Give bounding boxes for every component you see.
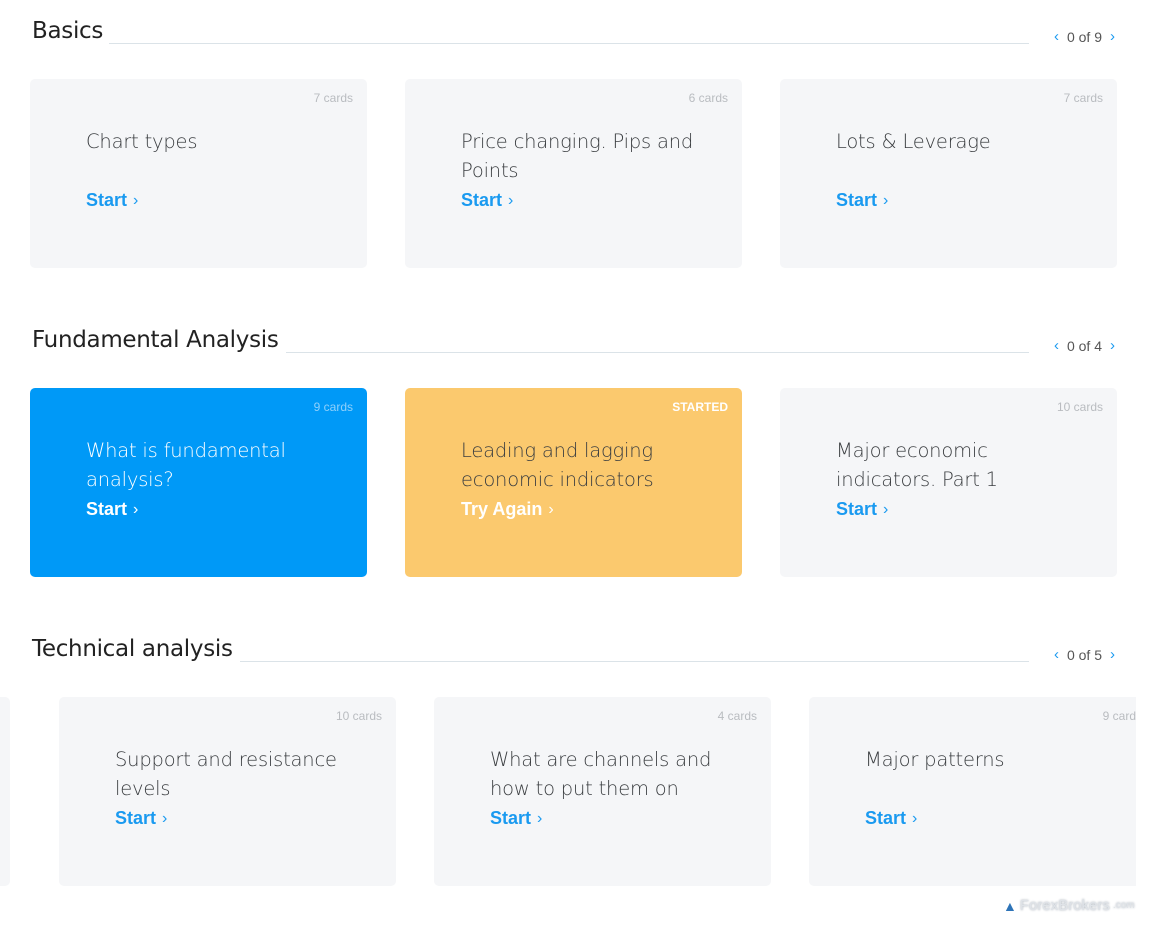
start-button[interactable]: Start › <box>86 190 138 211</box>
card-title: Lots & Leverage <box>836 130 991 153</box>
section-header: Technical analysis ‹ 0 of 5 › <box>32 636 1117 676</box>
action-label: Start <box>461 190 503 210</box>
card-count: 6 cards <box>688 91 728 105</box>
chevron-right-icon: › <box>537 809 543 827</box>
action-label: Start <box>115 808 157 828</box>
action-label: Start <box>490 808 532 828</box>
start-button[interactable]: Start › <box>86 499 138 520</box>
lesson-card-partial[interactable] <box>0 697 10 886</box>
section-pager: ‹ 0 of 9 › <box>1052 28 1117 45</box>
status-badge: STARTED <box>672 400 728 414</box>
action-label: Start <box>836 499 878 519</box>
card-count: 9 cards <box>1102 709 1136 723</box>
chevron-right-icon[interactable]: › <box>1108 337 1117 354</box>
card-title: Major patterns <box>865 748 1005 771</box>
section-title: Basics <box>32 18 104 44</box>
section-divider <box>286 352 1029 353</box>
action-label: Start <box>86 190 128 210</box>
section-header: Basics ‹ 0 of 9 › <box>32 18 1117 58</box>
chevron-left-icon[interactable]: ‹ <box>1052 28 1061 45</box>
chevron-right-icon: › <box>133 500 139 518</box>
pager-text: 0 of 4 <box>1066 337 1102 354</box>
chevron-left-icon[interactable]: ‹ <box>1052 337 1061 354</box>
start-button[interactable]: Start › <box>490 808 542 829</box>
lesson-card[interactable]: 9 cards Major patterns Start › <box>809 697 1136 886</box>
card-title: Chart types <box>86 130 198 153</box>
card-count: 7 cards <box>1063 91 1103 105</box>
chevron-right-icon[interactable]: › <box>1108 28 1117 45</box>
card-title: Price changing. Pips and Points <box>461 130 694 182</box>
start-button[interactable]: Start › <box>115 808 167 829</box>
chevron-right-icon: › <box>133 191 139 209</box>
section-title: Fundamental Analysis <box>32 327 279 353</box>
chevron-right-icon: › <box>162 809 168 827</box>
watermark-suffix: .com <box>1112 900 1135 911</box>
action-label: Start <box>86 499 128 519</box>
card-carousel: 9 cards What is fundamental analysis? St… <box>0 388 1167 578</box>
card-title: Major economic indicators. Part 1 <box>836 439 998 491</box>
section-divider <box>109 43 1029 44</box>
chevron-right-icon: › <box>508 191 514 209</box>
card-carousel: 7 cards Chart types Start › 6 cards Price… <box>0 79 1167 269</box>
card-count: 4 cards <box>717 709 757 723</box>
action-label: Start <box>836 190 878 210</box>
start-button[interactable]: Start › <box>461 190 513 211</box>
chevron-right-icon: › <box>548 500 554 518</box>
action-label: Try Again <box>461 499 543 519</box>
lesson-card[interactable]: STARTED Leading and lagging economic ind… <box>405 388 742 577</box>
lesson-card[interactable]: 9 cards What is fundamental analysis? St… <box>30 388 367 577</box>
watermark-brand: ForexBrokers <box>1019 897 1110 914</box>
card-title: What is fundamental analysis? <box>86 439 286 491</box>
chevron-right-icon: › <box>883 500 889 518</box>
chevron-right-icon[interactable]: › <box>1108 646 1117 663</box>
start-button[interactable]: Start › <box>836 499 888 520</box>
lesson-card[interactable]: 10 cards Major economic indicators. Part… <box>780 388 1117 577</box>
lesson-card[interactable]: 7 cards Lots & Leverage Start › <box>780 79 1117 268</box>
section-title: Technical analysis <box>32 636 233 662</box>
card-count: 7 cards <box>313 91 353 105</box>
section-pager: ‹ 0 of 4 › <box>1052 337 1117 354</box>
card-title: What are channels and how to put them on <box>490 748 712 800</box>
chevron-right-icon: › <box>912 809 918 827</box>
section-header: Fundamental Analysis ‹ 0 of 4 › <box>32 327 1117 367</box>
section-divider <box>240 661 1029 662</box>
lesson-card[interactable]: 10 cards Support and resistance levels S… <box>59 697 396 886</box>
watermark: ▲ ForexBrokers .com <box>1003 897 1135 914</box>
try-again-button[interactable]: Try Again › <box>461 499 554 520</box>
card-title: Leading and lagging economic indicators <box>461 439 654 491</box>
start-button[interactable]: Start › <box>836 190 888 211</box>
lesson-card[interactable]: 7 cards Chart types Start › <box>30 79 367 268</box>
chevron-left-icon[interactable]: ‹ <box>1052 646 1061 663</box>
pager-text: 0 of 5 <box>1066 646 1102 663</box>
lesson-card[interactable]: 4 cards What are channels and how to put… <box>434 697 771 886</box>
card-count: 9 cards <box>313 400 353 414</box>
card-carousel: 10 cards Support and resistance levels S… <box>0 697 1136 887</box>
chevron-right-icon: › <box>883 191 889 209</box>
lesson-card[interactable]: 6 cards Price changing. Pips and Points … <box>405 79 742 268</box>
card-title: Support and resistance levels <box>115 748 337 800</box>
pager-text: 0 of 9 <box>1066 28 1102 45</box>
card-count: 10 cards <box>335 709 382 723</box>
section-pager: ‹ 0 of 5 › <box>1052 646 1117 663</box>
forexbrokers-logo-icon: ▲ <box>1003 897 1017 914</box>
start-button[interactable]: Start › <box>865 808 917 829</box>
card-count: 10 cards <box>1056 400 1103 414</box>
action-label: Start <box>865 808 907 828</box>
